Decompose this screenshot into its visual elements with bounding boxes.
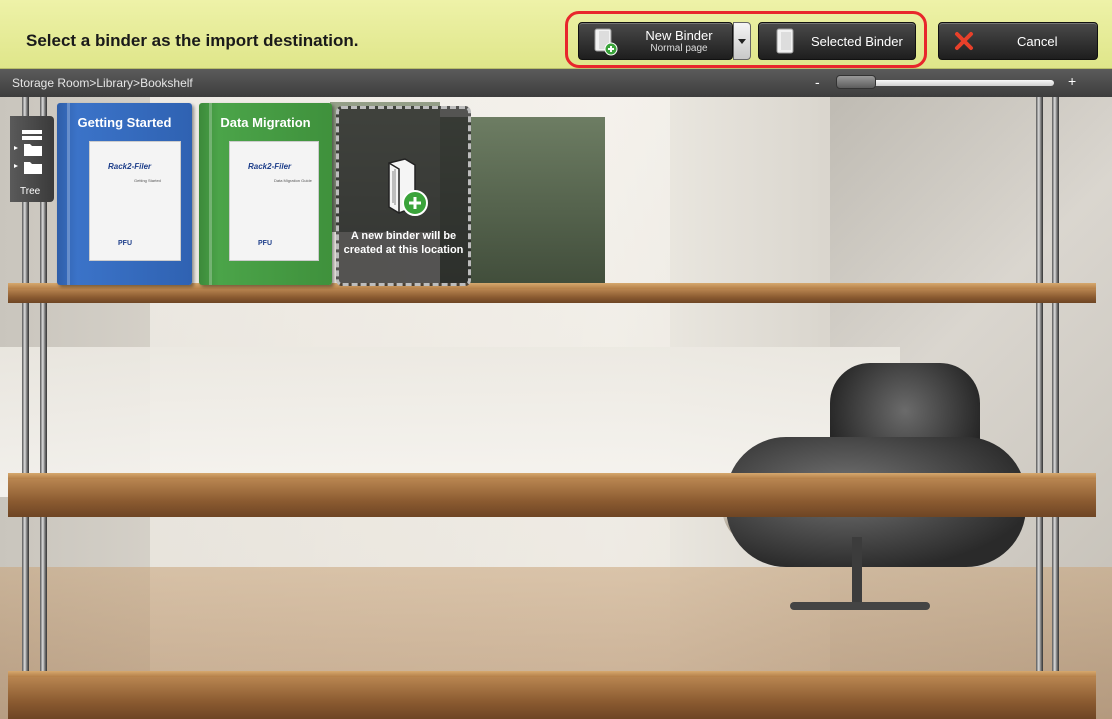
instruction-bar: Select a binder as the import destinatio… [0,0,1112,69]
binder-cover-footer: PFU [258,240,272,247]
cancel-button[interactable]: Cancel [938,22,1098,60]
lounge-chair-base [790,602,930,610]
new-binder-message-line2: created at this location [343,244,464,256]
close-icon [955,32,973,50]
new-binder-icon [594,28,618,56]
selected-binder-label: Selected Binder [811,34,903,49]
binder-cover-subtitle: Getting Started [134,178,161,183]
shelf-rod [1036,97,1043,719]
new-binder-dropdown-button[interactable] [733,22,751,60]
shelf-rod [1052,97,1059,719]
binder-spine [67,103,70,285]
binder-cover-page: Rack2-Filer Data Migration Guide PFU [229,141,319,261]
new-binder-message-line1: A new binder will be [350,230,457,242]
shelf-plank [8,677,1096,719]
new-binder-label: New Binder [645,28,713,43]
zoom-in-button[interactable]: + [1068,73,1076,89]
zoom-out-button[interactable]: - [815,74,820,90]
tree-tab[interactable]: Tree [10,116,54,202]
zoom-slider-thumb[interactable] [836,75,876,89]
new-binder-add-icon [388,158,428,216]
shelf-plank [8,479,1096,517]
binder-spine [209,103,212,285]
new-binder-sublabel: Normal page [650,43,708,54]
folder-tree-icon [14,130,42,174]
binder-cover-footer: PFU [118,240,132,247]
instruction-text: Select a binder as the import destinatio… [26,31,359,50]
selected-binder-button[interactable]: Selected Binder [758,22,916,60]
breadcrumb-bar: Storage Room>Library>Bookshelf - + [0,69,1112,97]
cancel-label: Cancel [1017,34,1058,49]
shelf-plank [8,289,1096,303]
binder-title: Data Migration [220,115,311,130]
binder-cover-logo: Rack2-Filer [108,162,152,171]
breadcrumb[interactable]: Storage Room>Library>Bookshelf [12,76,193,90]
new-binder-placeholder[interactable]: A new binder will be created at this loc… [336,106,471,286]
binder-cover-subtitle: Data Migration Guide [274,178,312,183]
binder-getting-started[interactable]: Getting Started Rack2-Filer Getting Star… [57,103,192,285]
chevron-down-icon [738,39,746,44]
binder-cover-logo: Rack2-Filer [248,162,292,171]
binder-title: Getting Started [77,115,172,130]
binder-icon [776,28,794,54]
tree-tab-label: Tree [20,186,41,197]
new-binder-button[interactable]: New Binder Normal page [578,22,733,60]
binder-cover-page: Rack2-Filer Getting Started PFU [89,141,181,261]
lounge-chair-stem [852,537,862,607]
binder-data-migration[interactable]: Data Migration Rack2-Filer Data Migratio… [199,103,332,285]
